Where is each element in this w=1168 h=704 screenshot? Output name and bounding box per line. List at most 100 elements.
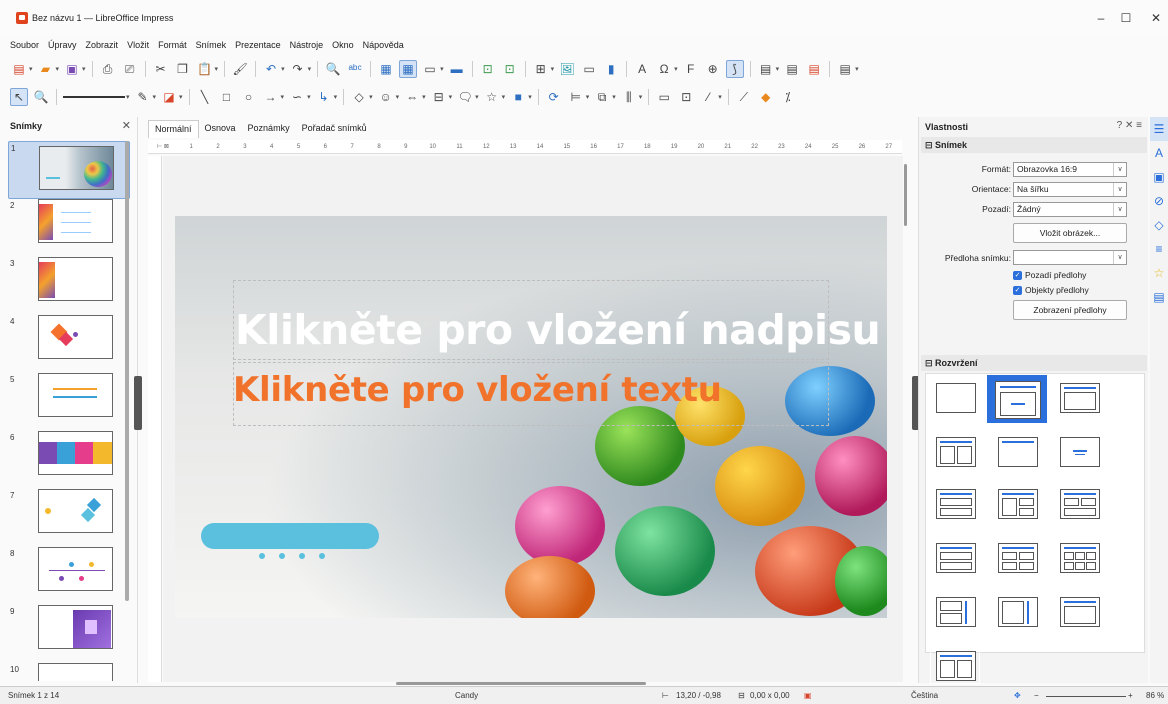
connector-icon[interactable]: ↳ bbox=[315, 88, 333, 106]
layout-blank[interactable] bbox=[930, 378, 980, 416]
image-icon[interactable]: 🖼 bbox=[558, 60, 576, 78]
fill-color-dropdown-icon[interactable]: ▾ bbox=[179, 93, 183, 101]
arrow-dropdown-icon[interactable]: ▾ bbox=[281, 93, 285, 101]
symbol-shapes-icon[interactable]: ☺ bbox=[377, 88, 395, 106]
menu-view[interactable]: Zobrazit bbox=[86, 40, 119, 50]
canvas-horizontal-scrollbar[interactable] bbox=[396, 682, 646, 685]
open-folder-icon[interactable]: ▰ bbox=[37, 60, 55, 78]
callouts-dropdown-icon[interactable]: ▾ bbox=[475, 93, 479, 101]
document-modified-icon[interactable]: ▣ bbox=[804, 691, 812, 700]
line-arrow-icon[interactable]: → bbox=[262, 88, 280, 106]
zoom-level-status[interactable]: 86 % bbox=[1146, 691, 1164, 700]
save-dropdown-icon[interactable]: ▾ bbox=[82, 65, 86, 73]
insert-image-button[interactable]: Vložit obrázek... bbox=[1013, 223, 1127, 243]
layout-vertical-title-vertical-text[interactable] bbox=[992, 592, 1042, 630]
connector-dropdown-icon[interactable]: ▾ bbox=[334, 93, 338, 101]
layout-title-vertical-2-content[interactable] bbox=[930, 646, 980, 684]
start-current-slide-icon[interactable]: ⊡ bbox=[501, 60, 519, 78]
master-view-button[interactable]: Zobrazení předlohy bbox=[1013, 300, 1127, 320]
slide-thumbnail-row[interactable]: 9 bbox=[8, 605, 130, 663]
ellipse-icon[interactable]: ○ bbox=[240, 88, 258, 106]
menu-slide[interactable]: Snímek bbox=[196, 40, 227, 50]
toggle-extrusion-icon[interactable]: ⁒ bbox=[779, 88, 797, 106]
tab-normal[interactable]: Normální bbox=[148, 120, 199, 138]
stars-icon[interactable]: ☆ bbox=[483, 88, 501, 106]
layout-title-2-content-and-content[interactable] bbox=[930, 484, 980, 522]
close-button[interactable]: ✕ bbox=[1138, 0, 1168, 36]
sidebar-controls[interactable]: ? ✕ ≡ bbox=[1117, 120, 1142, 131]
layout-two-content[interactable] bbox=[930, 432, 980, 470]
start-first-slide-icon[interactable]: ⊡ bbox=[479, 60, 497, 78]
slide[interactable]: Klikněte pro vložení nadpisu Klikněte pr… bbox=[175, 216, 887, 618]
slide-thumbnail-row[interactable]: 6 bbox=[8, 431, 130, 489]
zoom-slider[interactable] bbox=[1046, 696, 1126, 697]
slides-scrollbar[interactable] bbox=[125, 141, 129, 601]
new-dropdown-icon[interactable]: ▾ bbox=[29, 65, 33, 73]
shadow-icon[interactable]: ▭ bbox=[655, 88, 673, 106]
layout-vertical-title-text[interactable] bbox=[930, 592, 980, 630]
flowchart-icon[interactable]: ⊟ bbox=[430, 88, 448, 106]
menu-window[interactable]: Okno bbox=[332, 40, 354, 50]
fit-slide-icon[interactable]: ✥ bbox=[1014, 691, 1021, 700]
layout-title-6-content[interactable] bbox=[1054, 538, 1104, 576]
callouts-icon[interactable]: 🗨 bbox=[456, 88, 474, 106]
language-status[interactable]: Čeština bbox=[911, 691, 938, 700]
find-replace-icon[interactable]: 🔍 bbox=[324, 60, 342, 78]
layout-dropdown-icon[interactable]: ▾ bbox=[855, 65, 859, 73]
slide-canvas[interactable]: Klikněte pro vložení nadpisu Klikněte pr… bbox=[163, 156, 903, 682]
redo-dropdown-icon[interactable]: ▾ bbox=[308, 65, 312, 73]
3d-objects-icon[interactable]: ■ bbox=[509, 88, 527, 106]
select-icon[interactable]: ↖ bbox=[10, 88, 28, 106]
undo-dropdown-icon[interactable]: ▾ bbox=[281, 65, 285, 73]
tab-outline[interactable]: Osnova bbox=[199, 120, 242, 138]
menu-insert[interactable]: Vložit bbox=[127, 40, 149, 50]
zoom-in-icon[interactable]: + bbox=[1128, 691, 1133, 700]
layout-title-2-content-over-content[interactable] bbox=[1054, 484, 1104, 522]
decorative-pill-shape[interactable] bbox=[201, 523, 379, 549]
gallery-deck-icon[interactable]: ▣ bbox=[1150, 165, 1168, 189]
master-slide-select[interactable]: ∨ bbox=[1013, 250, 1127, 265]
line-color-dropdown-icon[interactable]: ▾ bbox=[153, 93, 157, 101]
master-objects-checkbox[interactable]: ✓ Objekty předlohy bbox=[1013, 285, 1089, 295]
menu-help[interactable]: Nápověda bbox=[363, 40, 404, 50]
block-arrows-icon[interactable]: ⇔ bbox=[403, 88, 421, 106]
crop-image-icon[interactable]: ⊡ bbox=[677, 88, 695, 106]
save-icon[interactable]: ▣ bbox=[63, 60, 81, 78]
new-icon[interactable]: ▤ bbox=[10, 60, 28, 78]
stars-dropdown-icon[interactable]: ▾ bbox=[502, 93, 506, 101]
arrange-dropdown-icon[interactable]: ▾ bbox=[612, 93, 616, 101]
menu-tools[interactable]: Nástroje bbox=[290, 40, 324, 50]
background-select[interactable]: Žádný ∨ bbox=[1013, 202, 1127, 217]
redo-icon[interactable]: ↷ bbox=[289, 60, 307, 78]
filter-dropdown-icon[interactable]: ▾ bbox=[718, 93, 722, 101]
duplicate-slide-icon[interactable]: ▤ bbox=[783, 60, 801, 78]
line-color-icon[interactable]: ✎ bbox=[134, 88, 152, 106]
fill-color-icon[interactable]: ◪ bbox=[160, 88, 178, 106]
special-char-dropdown-icon[interactable]: ▾ bbox=[674, 65, 678, 73]
transition-deck-icon[interactable]: ☆ bbox=[1150, 261, 1168, 285]
slide-thumbnail-row[interactable]: 5 bbox=[8, 373, 130, 431]
arrange-icon[interactable]: ⧉ bbox=[593, 88, 611, 106]
slide-thumbnail-row[interactable]: 2 bbox=[8, 199, 130, 257]
layout-title-only[interactable] bbox=[992, 432, 1042, 470]
format-select[interactable]: Obrazovka 16:9 ∨ bbox=[1013, 162, 1127, 177]
views-dropdown-icon[interactable]: ▾ bbox=[440, 65, 444, 73]
line-style-selector[interactable] bbox=[63, 96, 125, 98]
glue-points-icon[interactable]: ◆ bbox=[757, 88, 775, 106]
table-icon[interactable]: ⊞ bbox=[532, 60, 550, 78]
cut-icon[interactable]: ✂ bbox=[152, 60, 170, 78]
master-slide-icon[interactable]: ▬ bbox=[448, 60, 466, 78]
align-objects-icon[interactable]: ⊨ bbox=[567, 88, 585, 106]
curve-dropdown-icon[interactable]: ▾ bbox=[307, 93, 311, 101]
slide-thumbnail-row[interactable]: 3 bbox=[8, 257, 130, 315]
chart-icon[interactable]: ▮ bbox=[602, 60, 620, 78]
collapse-slides-pane-handle[interactable] bbox=[134, 376, 142, 430]
block-arrows-dropdown-icon[interactable]: ▾ bbox=[422, 93, 426, 101]
slide-thumbnail-row[interactable]: 10 bbox=[8, 663, 130, 681]
spelling-icon[interactable]: ᵃᵇᶜ bbox=[346, 60, 364, 78]
open-dropdown-icon[interactable]: ▾ bbox=[56, 65, 60, 73]
vertical-ruler[interactable] bbox=[148, 156, 162, 682]
styles-deck-icon[interactable]: A bbox=[1150, 141, 1168, 165]
3d-dropdown-icon[interactable]: ▾ bbox=[528, 93, 532, 101]
layout-centered-text[interactable] bbox=[1054, 432, 1104, 470]
